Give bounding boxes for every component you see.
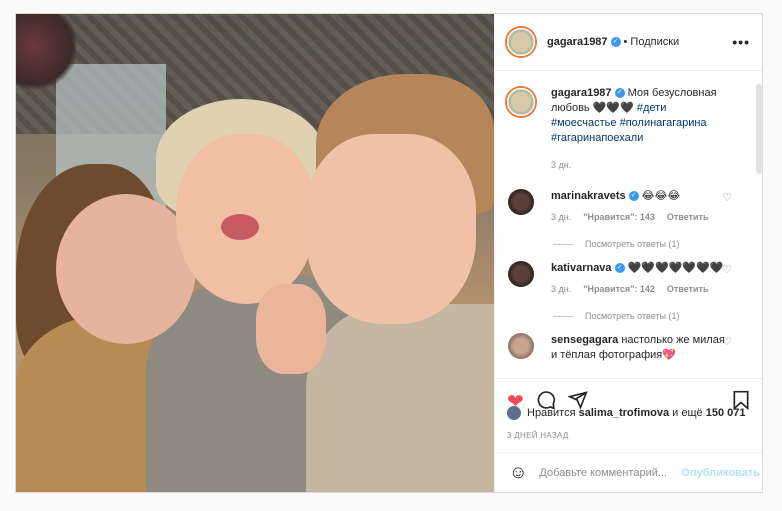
comment-likes[interactable]: "Нравится": 143 [583, 210, 655, 225]
liker-avatar[interactable] [507, 406, 521, 420]
instagram-post: gagara1987 ✓ • Подписки ••• gagara1987 ✓ … [15, 13, 763, 493]
author-avatar[interactable] [505, 26, 537, 58]
view-replies-button[interactable]: Посмотреть ответы (1) [553, 311, 750, 321]
author-username[interactable]: gagara1987 [547, 36, 608, 48]
comment-row: marinakravets ✓ 😂😂😂 3 дн. "Нравится": 143… [505, 189, 750, 225]
caption-username[interactable]: gagara1987 [551, 87, 612, 99]
hashtag-link[interactable]: #гагаринапоехали [551, 132, 643, 144]
caption-row: gagara1987 ✓ Моя безусловная любовь 🖤🖤🖤 #… [505, 86, 750, 173]
post-side-panel: gagara1987 ✓ • Подписки ••• gagara1987 ✓ … [494, 14, 762, 492]
comment-username[interactable]: marinakravets [551, 190, 626, 202]
verified-icon: ✓ [610, 37, 621, 47]
replies-line [553, 315, 573, 317]
photo-boy-jacket [306, 304, 494, 492]
post-photo[interactable] [16, 14, 494, 492]
view-replies-button[interactable]: Посмотреть ответы (1) [553, 239, 750, 249]
likes-prefix: Нравится [527, 407, 576, 419]
comments-scrollbar[interactable] [756, 84, 762, 174]
comment-row: sensegagara настолько же милая и тёплая … [505, 333, 750, 363]
commenter-avatar[interactable] [508, 333, 534, 359]
like-comment-icon[interactable]: ♡ [722, 335, 732, 348]
reply-button[interactable]: Ответить [667, 210, 709, 225]
post-header: gagara1987 ✓ • Подписки ••• [495, 14, 762, 71]
view-replies-label: Посмотреть ответы (1) [585, 239, 680, 249]
more-options-icon[interactable]: ••• [732, 34, 750, 50]
post-date[interactable]: 3 ДНЕЙ НАЗАД [507, 431, 569, 440]
like-comment-icon[interactable]: ♡ [722, 191, 732, 204]
photo-lips [221, 214, 259, 240]
hashtag-link[interactable]: #моесчастье [551, 117, 617, 129]
verified-icon: ✓ [614, 88, 625, 99]
hashtag-link[interactable]: #полинагагарина [620, 117, 707, 129]
reply-button[interactable]: Ответить [667, 282, 709, 297]
view-replies-label: Посмотреть ответы (1) [585, 311, 680, 321]
photo-boy-face [306, 134, 476, 324]
publish-button[interactable]: Опубликовать [681, 467, 760, 479]
likes-summary: Нравится salima_trofimova и ещё 150 071 [507, 406, 745, 420]
comment-input[interactable] [539, 466, 682, 479]
comment-username[interactable]: sensegagara [551, 334, 618, 346]
replies-line [553, 243, 573, 245]
comment-likes[interactable]: "Нравится": 142 [583, 282, 655, 297]
photo-girl-face [56, 194, 196, 344]
separator-dot: • [623, 36, 628, 48]
comment-time: 3 дн. [551, 212, 572, 222]
comments-list[interactable]: gagara1987 ✓ Моя безусловная любовь 🖤🖤🖤 #… [495, 72, 762, 378]
comment-username[interactable]: kativarnava [551, 262, 612, 274]
verified-icon: ✓ [628, 191, 639, 202]
commenter-avatar[interactable] [508, 189, 534, 215]
following-button[interactable]: Подписки [630, 36, 679, 48]
hashtag-link[interactable]: #дети [637, 102, 666, 114]
comment-time: 3 дн. [551, 284, 572, 294]
commenter-avatar[interactable] [508, 261, 534, 287]
photo-plant [16, 14, 76, 94]
comment-text: 😂😂😂 [641, 190, 681, 202]
likes-count[interactable]: 150 071 [706, 407, 746, 419]
add-comment-bar: ☺ Опубликовать [495, 452, 762, 492]
photo-hand [256, 284, 326, 374]
verified-icon: ✓ [614, 263, 625, 274]
likes-middle: и ещё [672, 407, 703, 419]
caption-avatar[interactable] [505, 86, 537, 118]
emoji-icon[interactable]: ☺ [509, 462, 527, 483]
like-comment-icon[interactable]: ♡ [722, 263, 732, 276]
comment-text: 🖤🖤🖤🖤🖤🖤🖤 [627, 262, 724, 274]
caption-time: 3 дн. [551, 160, 572, 170]
comment-row: kativarnava ✓ 🖤🖤🖤🖤🖤🖤🖤 3 дн. "Нравится": 1… [505, 261, 750, 297]
liker-username[interactable]: salima_trofimova [579, 407, 669, 419]
